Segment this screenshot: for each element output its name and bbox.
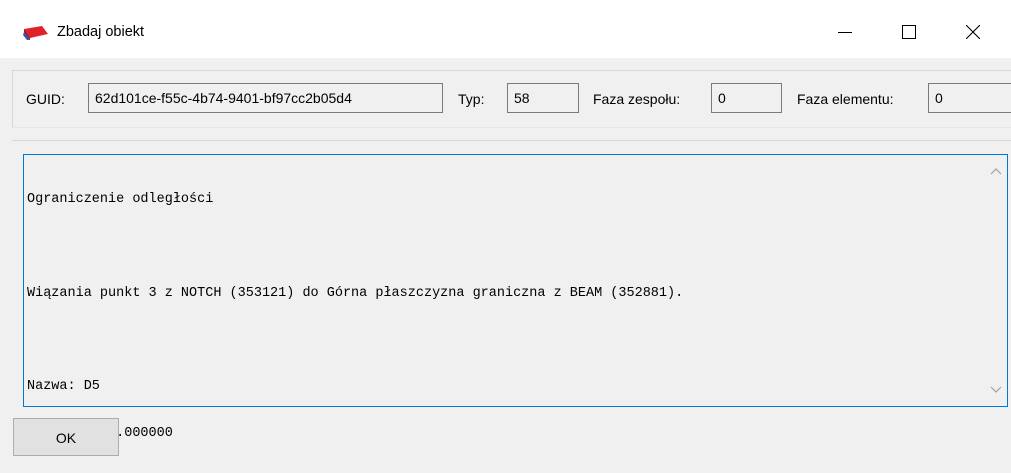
object-fields-row: GUID: 62d101ce-f55c-4b74-9401-bf97cc2b05… <box>12 70 1011 128</box>
maximize-button[interactable] <box>886 12 932 52</box>
title-bar[interactable]: Zbadaj obiekt <box>0 0 1011 58</box>
app-red-flag-icon <box>23 26 48 40</box>
assembly-phase-field[interactable]: 0 <box>711 83 782 113</box>
guid-label: GUID: <box>26 91 65 107</box>
close-icon <box>966 25 980 39</box>
vertical-scrollbar[interactable] <box>985 155 1007 406</box>
details-line: Długość: 10.000000 <box>27 426 173 442</box>
chevron-up-icon[interactable] <box>990 167 1002 175</box>
chevron-down-icon[interactable] <box>990 386 1002 394</box>
minimize-button[interactable] <box>822 12 868 52</box>
close-button[interactable] <box>950 12 996 52</box>
separator <box>12 140 1011 141</box>
element-phase-field[interactable]: 0 <box>928 83 1011 113</box>
element-phase-label: Faza elementu: <box>797 91 894 107</box>
window-title: Zbadaj obiekt <box>57 24 145 40</box>
details-line: Nazwa: D5 <box>27 379 100 395</box>
minimize-icon <box>838 32 852 33</box>
ok-button[interactable]: OK <box>13 418 119 456</box>
maximize-icon <box>902 25 916 39</box>
details-line <box>27 333 983 349</box>
guid-field[interactable]: 62d101ce-f55c-4b74-9401-bf97cc2b05d4 <box>88 83 443 113</box>
details-line: Wiązania punkt 3 z NOTCH (353121) do Gór… <box>27 285 684 301</box>
type-field[interactable]: 58 <box>507 83 579 113</box>
details-line: Ograniczenie odległości <box>27 192 214 208</box>
details-text-area[interactable]: Ograniczenie odległości Wiązania punkt 3… <box>23 154 1008 441</box>
details-line <box>27 239 983 255</box>
type-label: Typ: <box>458 91 485 107</box>
assembly-phase-label: Faza zespołu: <box>593 91 681 107</box>
details-content: Ograniczenie odległości Wiązania punkt 3… <box>27 161 983 473</box>
